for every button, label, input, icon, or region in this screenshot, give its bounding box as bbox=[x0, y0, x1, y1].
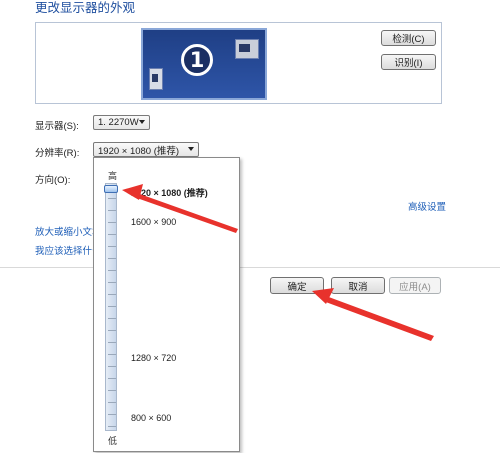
slider-tick bbox=[108, 378, 116, 379]
resolution-slider-thumb[interactable] bbox=[104, 185, 118, 193]
detect-button[interactable]: 检测(C) bbox=[381, 30, 436, 46]
slider-high-label: 高 bbox=[108, 171, 118, 181]
slider-low-label: 低 bbox=[108, 436, 118, 446]
orientation-label: 方向(O): bbox=[35, 175, 71, 186]
slider-tick bbox=[108, 342, 116, 343]
resolution-option-1600[interactable]: 1600 × 900 bbox=[131, 217, 176, 227]
annotation-arrow-to-ok bbox=[323, 296, 434, 341]
advanced-settings-link[interactable]: 高级设置 bbox=[408, 199, 446, 213]
slider-tick bbox=[108, 366, 116, 367]
slider-tick bbox=[108, 390, 116, 391]
monitor-preview-area: 1 检测(C) 识别(I) bbox=[35, 22, 442, 104]
chevron-down-icon bbox=[188, 147, 194, 151]
slider-tick bbox=[108, 306, 116, 307]
resolution-option-1280[interactable]: 1280 × 720 bbox=[131, 353, 176, 363]
slider-tick bbox=[108, 270, 116, 271]
resolution-select-value: 1920 × 1080 (推荐) bbox=[98, 145, 180, 157]
monitor-1-preview[interactable]: 1 bbox=[141, 28, 267, 100]
slider-tick bbox=[108, 414, 116, 415]
chevron-down-icon bbox=[139, 120, 145, 124]
resolution-slider-track[interactable] bbox=[104, 183, 118, 431]
apply-button[interactable]: 应用(A) bbox=[389, 277, 441, 294]
monitor-number: 1 bbox=[181, 44, 213, 76]
cancel-button[interactable]: 取消 bbox=[331, 277, 385, 294]
separator bbox=[0, 267, 500, 268]
slider-tick bbox=[108, 234, 116, 235]
slider-tick bbox=[108, 354, 116, 355]
slider-tick bbox=[108, 426, 116, 427]
slider-tick bbox=[108, 222, 116, 223]
slider-tick bbox=[108, 294, 116, 295]
text-size-link[interactable]: 放大或缩小文本 bbox=[35, 224, 93, 238]
ok-button[interactable]: 确定 bbox=[270, 277, 324, 294]
resolution-option-800[interactable]: 800 × 600 bbox=[131, 413, 171, 423]
resolution-option-1920[interactable]: 1920 × 1080 (推荐) bbox=[131, 186, 208, 199]
window-thumbnail-icon bbox=[235, 39, 259, 59]
display-select[interactable]: 1. 2270W bbox=[93, 115, 150, 130]
slider-tick bbox=[108, 246, 116, 247]
slider-tick bbox=[108, 198, 116, 199]
display-label: 显示器(S): bbox=[35, 121, 79, 132]
resolution-dropdown-popup: 高 低 1920 × 1080 (推荐) 1600 × 900 1280 × 7… bbox=[93, 157, 240, 452]
slider-tick bbox=[108, 402, 116, 403]
slider-tick bbox=[108, 282, 116, 283]
slider-tick bbox=[108, 258, 116, 259]
identify-button[interactable]: 识别(I) bbox=[381, 54, 436, 70]
display-select-value: 1. 2270W bbox=[98, 117, 139, 128]
slider-tick bbox=[108, 210, 116, 211]
page-title: 更改显示器的外观 bbox=[35, 1, 136, 15]
resolution-label: 分辨率(R): bbox=[35, 148, 80, 159]
slider-tick bbox=[108, 330, 116, 331]
resolution-select[interactable]: 1920 × 1080 (推荐) bbox=[93, 142, 199, 157]
slider-tick bbox=[108, 318, 116, 319]
choose-settings-link[interactable]: 我应该选择什么 bbox=[35, 243, 93, 257]
app-thumbnail-icon bbox=[149, 68, 163, 90]
